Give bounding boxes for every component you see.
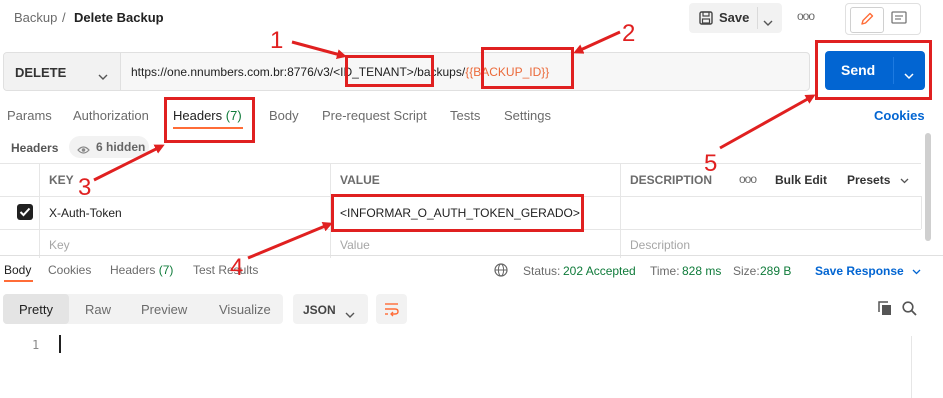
annotation-label-5: 5 <box>704 150 718 177</box>
annotation-arrows <box>93 30 816 260</box>
annotation-arrow-5 <box>719 94 816 150</box>
annotation-label-2: 2 <box>622 20 636 47</box>
annotation-label-4: 4 <box>230 254 244 281</box>
annotation-label-3: 3 <box>78 174 92 201</box>
annotation-label-1: 1 <box>270 27 284 54</box>
annotation-arrow-2 <box>573 30 621 54</box>
annotation-arrow-1 <box>291 40 347 60</box>
annotation-arrow-3 <box>93 144 165 182</box>
annotation-arrow-4 <box>247 222 333 260</box>
